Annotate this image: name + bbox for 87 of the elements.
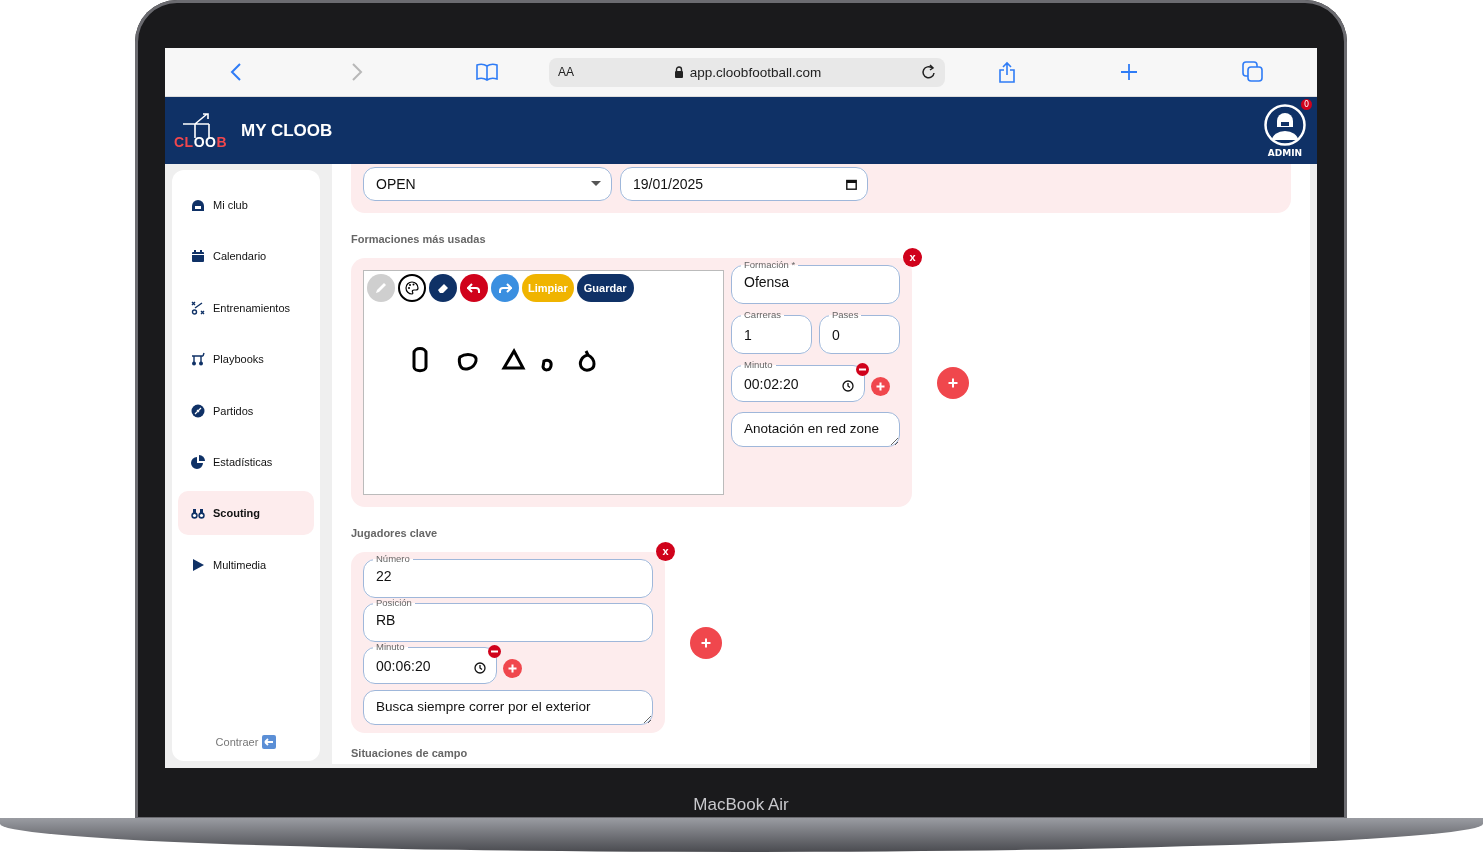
redo-icon [498,281,512,295]
note-field[interactable]: Anotación en red zone [731,412,900,447]
field-label: Posición [375,598,413,608]
plus-icon[interactable] [1120,63,1138,81]
eraser-button[interactable] [429,274,457,302]
address-bar[interactable]: AA app.cloobfootball.com [549,57,945,87]
section-title: Formaciones más usadas [351,233,487,245]
field-value: OPEN [376,174,417,194]
redo-button[interactable] [491,274,519,302]
sidebar-item[interactable]: Estadísticas [178,439,314,484]
date-field[interactable]: 19/01/2025 [620,167,868,201]
clock-icon [842,379,854,392]
play-icon [191,557,205,572]
undo-button[interactable] [460,274,488,302]
field-value: 19/01/2025 [633,174,705,194]
caret-icon [591,181,601,187]
field-value: RB [376,611,397,630]
field-value: 00:02:20 [744,374,800,394]
time-field[interactable]: Minuto 00:06:20 [363,642,497,684]
share-icon[interactable] [998,61,1016,83]
add-icon[interactable] [937,366,969,399]
calendar-icon [191,249,205,264]
passes-field[interactable]: Pases 0 [819,310,900,354]
number-field[interactable]: Número 22 [363,554,653,598]
reload-icon[interactable] [921,63,937,81]
notification-badge: 0 [1301,98,1312,110]
field-label: Formación * [743,260,797,270]
football-icon [191,403,205,418]
sidebar-item[interactable]: Multimedia [178,542,314,587]
collapse-link[interactable]: Contraer [215,736,259,748]
note-field[interactable]: Busca siempre correr por el exterior [363,690,653,725]
url-text: app.cloobfootball.com [689,64,822,80]
runs-field[interactable]: Carreras 1 [731,310,812,354]
eraser-icon [436,281,450,295]
play-diagram-icon [191,352,205,367]
field-label: Minuto [743,360,774,370]
time-field[interactable]: Minuto 00:02:20 [731,360,865,402]
back-arrow-icon[interactable] [262,735,277,749]
palette-icon [405,281,419,295]
undo-icon [467,281,481,295]
field-label: Carreras [743,310,782,320]
position-field[interactable]: Posición RB [363,598,653,642]
app-title: MY CLOOB [241,120,333,141]
field-label: Pases [831,310,860,320]
add-icon[interactable] [871,377,890,396]
calendar-icon[interactable] [846,178,857,190]
field-label: Número [375,554,411,564]
lock-icon [673,66,684,78]
avatar-icon [1264,103,1306,146]
field-value: 00:06:20 [376,656,432,676]
sidebar-item[interactable]: Playbooks [178,337,314,382]
sidebar-item[interactable]: Entrenamientos [178,285,314,330]
section-title: Jugadores clave [351,527,439,539]
clock-icon [474,661,486,674]
pencil-icon [374,281,388,295]
save-button[interactable]: Guardar [576,274,634,302]
field-value: Ofensa [744,273,791,292]
add-icon[interactable] [503,659,522,678]
drawing-canvas[interactable]: Limpiar Guardar [363,270,724,495]
remove-icon[interactable] [488,645,501,658]
field-value: 0 [832,325,841,345]
device-label: MacBook Air [693,795,789,815]
book-icon[interactable] [475,63,499,81]
remove-button[interactable]: x [903,248,922,267]
tabs-icon[interactable] [1242,61,1264,83]
field-label: Minuto [375,642,406,652]
field-value: 1 [744,325,753,345]
formation-field[interactable]: Formación * Ofensa [731,260,900,304]
sidebar-item[interactable]: Calendario [178,234,314,279]
add-icon[interactable] [690,626,722,659]
tactics-icon [191,300,205,315]
sidebar-item[interactable]: Scouting [178,491,314,536]
field-value: 22 [376,567,393,586]
section-title: Situaciones de campo [351,747,469,759]
remove-icon[interactable] [856,363,869,376]
reader-button[interactable]: AA [558,65,574,79]
palette-button[interactable] [398,274,426,302]
back-icon[interactable] [230,63,242,81]
pie-chart-icon [191,454,205,469]
sidebar-item[interactable]: Partidos [178,388,314,433]
helmet-icon [191,198,205,212]
user-role: ADMIN [1267,147,1303,158]
sidebar-item[interactable]: Mi club [178,183,314,227]
logo[interactable]: CLOOB [173,111,228,150]
status-select[interactable]: OPEN [363,167,612,201]
remove-button[interactable]: x [656,542,675,561]
binoculars-icon [191,506,205,521]
